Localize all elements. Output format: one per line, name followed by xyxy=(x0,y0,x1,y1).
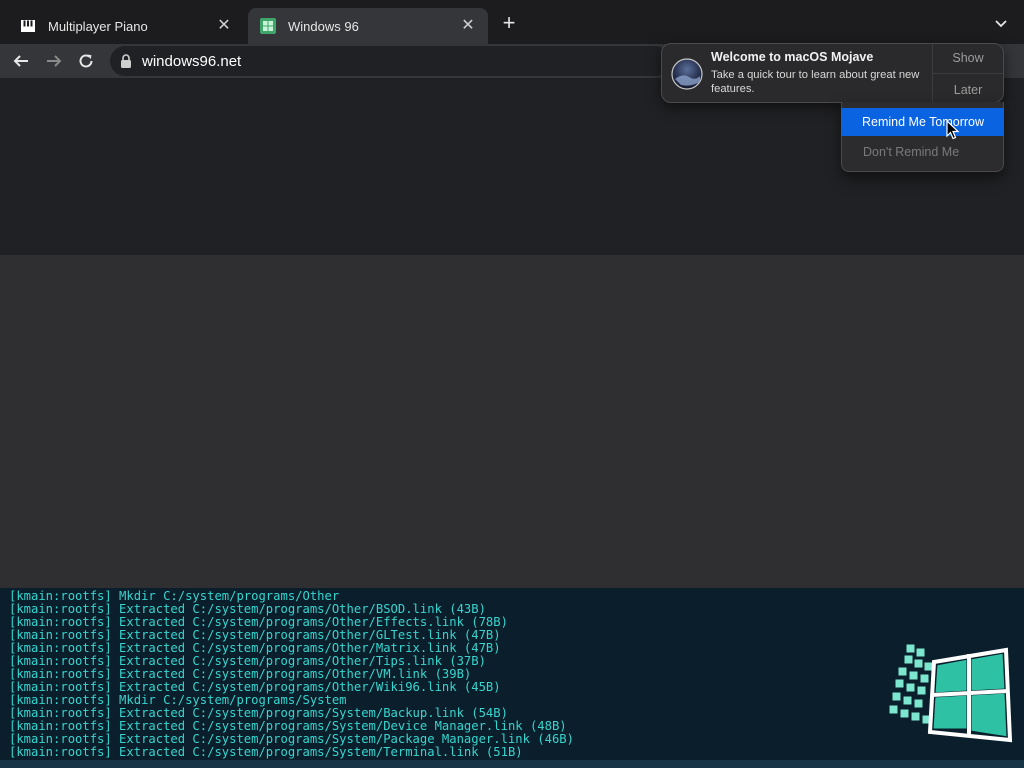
tab-title: Windows 96 xyxy=(288,18,359,34)
dont-remind-option[interactable]: Don't Remind Me xyxy=(846,138,1001,166)
notification-button-divider xyxy=(933,73,1003,74)
remind-tomorrow-option[interactable]: Remind Me Tomorrow xyxy=(841,108,1004,136)
windows96-icon xyxy=(260,18,276,34)
tab-multiplayer-piano[interactable]: Multiplayer Piano ✕ xyxy=(8,8,244,44)
boot-log-terminal: [kmain:rootfs] Mkdir C:/system/programs/… xyxy=(0,588,1024,768)
page-main-area xyxy=(0,255,1024,588)
terminal-bottom-bar xyxy=(0,760,1024,768)
address-bar[interactable]: windows96.net xyxy=(110,46,670,76)
windows96-logo-icon xyxy=(884,640,1014,748)
later-button[interactable]: Later xyxy=(933,83,1003,97)
terminal-line: [kmain:rootfs] Extracted C:/system/progr… xyxy=(9,745,523,759)
lock-icon[interactable] xyxy=(120,54,132,68)
tab-windows-96[interactable]: Windows 96 ✕ xyxy=(248,8,488,44)
back-arrow-icon[interactable] xyxy=(10,50,32,72)
mojave-notification[interactable]: Welcome to macOS Mojave Take a quick tou… xyxy=(661,43,1004,103)
notification-title: Welcome to macOS Mojave xyxy=(711,50,874,64)
notification-body: Take a quick tour to learn about great n… xyxy=(711,69,920,95)
tab-close-icon[interactable]: ✕ xyxy=(216,18,232,34)
later-options-menu: Remind Me Tomorrow Don't Remind Me xyxy=(841,102,1004,172)
mouse-cursor-icon xyxy=(946,119,960,140)
new-tab-icon[interactable]: + xyxy=(498,12,520,34)
tab-close-icon[interactable]: ✕ xyxy=(460,18,476,34)
tab-strip: Multiplayer Piano ✕ Windows 96 ✕ + xyxy=(0,0,1024,44)
show-button[interactable]: Show xyxy=(933,51,1003,65)
reload-icon[interactable] xyxy=(75,50,97,72)
chevron-down-icon[interactable] xyxy=(992,14,1010,32)
piano-icon xyxy=(20,18,36,34)
forward-arrow-icon[interactable] xyxy=(43,50,65,72)
tab-title: Multiplayer Piano xyxy=(48,18,148,34)
address-text: windows96.net xyxy=(142,52,242,70)
mojave-app-icon xyxy=(671,58,703,90)
